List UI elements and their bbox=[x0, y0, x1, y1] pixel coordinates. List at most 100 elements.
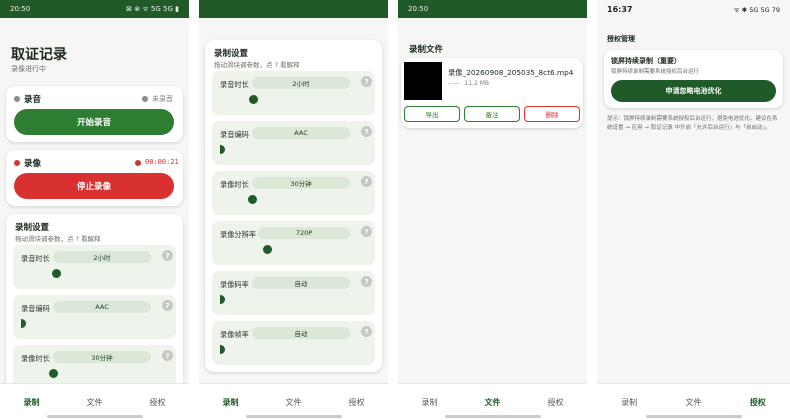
tab-files[interactable]: 文件 bbox=[286, 397, 302, 408]
setting-row-video-framerate: 录像帧率 自动 ? bbox=[212, 321, 375, 365]
tab-auth[interactable]: 授权 bbox=[548, 397, 564, 408]
setting-value: 30分钟 bbox=[53, 351, 151, 363]
help-icon[interactable]: ? bbox=[361, 276, 372, 287]
setting-value: AAC bbox=[53, 301, 151, 313]
tab-record[interactable]: 录制 bbox=[223, 397, 239, 408]
auth-card-title: 锁屏持续录制（重要） bbox=[611, 57, 681, 65]
slider-handle[interactable] bbox=[248, 195, 257, 204]
audio-dot-icon bbox=[14, 96, 20, 102]
help-icon[interactable]: ? bbox=[162, 350, 173, 361]
slider-handle[interactable] bbox=[21, 319, 26, 328]
help-icon[interactable]: ? bbox=[361, 326, 372, 337]
status-time: 20:50 bbox=[408, 5, 429, 13]
setting-label: 录像时长 bbox=[21, 354, 50, 363]
tab-files[interactable]: 文件 bbox=[87, 397, 103, 408]
status-time: 20:50 bbox=[10, 5, 31, 13]
home-indicator bbox=[245, 415, 342, 418]
tab-record[interactable]: 录制 bbox=[24, 397, 40, 408]
slider-handle[interactable] bbox=[249, 95, 258, 104]
tab-record[interactable]: 录制 bbox=[422, 397, 438, 408]
setting-row-video-resolution: 录像分辨率 720P ? bbox=[212, 221, 375, 265]
slider-handle[interactable] bbox=[52, 269, 61, 278]
file-name: 录像_20260908_205035_8ct6.mp4 bbox=[448, 68, 574, 77]
settings-title: 录制设置 bbox=[214, 49, 249, 59]
setting-label: 录像码率 bbox=[220, 280, 249, 289]
video-dot-icon bbox=[14, 160, 20, 166]
video-label: 录像 bbox=[24, 159, 42, 169]
slider-handle[interactable] bbox=[220, 345, 225, 354]
slider-handle[interactable] bbox=[49, 369, 58, 378]
tab-auth[interactable]: 授权 bbox=[349, 397, 365, 408]
export-button[interactable]: 导出 bbox=[404, 106, 460, 122]
phone-screen-record: 20:50 ⊠ ⊗ ᯤ 5G 5G ▮ 取证记录 录像进行中 录音 未录音 开始… bbox=[0, 0, 189, 420]
help-icon[interactable]: ? bbox=[162, 300, 173, 311]
request-battery-opt-button[interactable]: 申请忽略电池优化 bbox=[611, 80, 776, 102]
file-card[interactable]: 录像_20260908_205035_8ct6.mp4 --:-- 11.2 M… bbox=[401, 58, 583, 128]
file-size: 11.2 MB bbox=[464, 80, 489, 87]
stop-video-button[interactable]: 停止录像 bbox=[14, 173, 174, 199]
help-icon[interactable]: ? bbox=[162, 250, 173, 261]
status-time: 16:37 bbox=[607, 4, 633, 14]
phone-screen-settings: 录制设置 拖动滑块调参数，点 ? 看解释 录音时长 2小时 ? 录音编码 AAC… bbox=[199, 0, 388, 420]
help-icon[interactable]: ? bbox=[361, 176, 372, 187]
setting-value: 自动 bbox=[252, 277, 350, 289]
setting-label: 录音时长 bbox=[220, 80, 249, 89]
settings-hint: 拖动滑块调参数，点 ? 看解释 bbox=[214, 61, 300, 69]
tab-record[interactable]: 录制 bbox=[621, 397, 637, 408]
auth-card: 锁屏持续录制（重要） 锁屏持续录制需要系统授权后台运行 申请忽略电池优化 bbox=[604, 50, 783, 108]
video-card: 录像 00:00:21 停止录像 bbox=[6, 150, 183, 206]
audio-state: 未录音 bbox=[152, 95, 173, 103]
slider-handle[interactable] bbox=[220, 295, 225, 304]
status-icons: ᯤ ✱ 5G 5G 79 bbox=[733, 5, 780, 14]
setting-label: 录像帧率 bbox=[220, 330, 249, 339]
home-indicator bbox=[46, 415, 143, 418]
settings-card: 录制设置 拖动滑块调参数，点 ? 看解释 录音时长 2小时 ? 录音编码 AAC… bbox=[205, 40, 382, 372]
tab-files[interactable]: 文件 bbox=[685, 397, 701, 408]
setting-row-audio-duration: 录音时长 2小时 ? bbox=[212, 71, 375, 115]
settings-title: 录制设置 bbox=[15, 223, 50, 233]
setting-row-video-bitrate: 录像码率 自动 ? bbox=[212, 271, 375, 315]
setting-value: 30分钟 bbox=[252, 177, 350, 189]
files-section-title: 录制文件 bbox=[409, 45, 444, 55]
video-thumbnail[interactable] bbox=[404, 62, 442, 100]
status-bar: 20:50 ⊠ ⊗ ᯤ 5G 5G ▮ bbox=[0, 0, 189, 18]
video-timer: 00:00:21 bbox=[145, 158, 179, 166]
tab-files[interactable]: 文件 bbox=[485, 397, 501, 408]
help-icon[interactable]: ? bbox=[361, 226, 372, 237]
tab-auth[interactable]: 授权 bbox=[750, 397, 766, 408]
slider-handle[interactable] bbox=[263, 245, 272, 254]
auth-section-title: 授权管理 bbox=[607, 35, 635, 43]
audio-label: 录音 bbox=[24, 95, 42, 105]
delete-button[interactable]: 删除 bbox=[524, 106, 580, 122]
status-bar: 16:37 ᯤ ✱ 5G 5G 79 bbox=[597, 0, 790, 18]
file-duration: --:-- bbox=[448, 80, 459, 87]
page-title: 取证记录 bbox=[11, 47, 67, 63]
audio-state-dot-icon bbox=[142, 96, 148, 102]
file-meta: --:-- 11.2 MB bbox=[448, 80, 489, 87]
settings-card: 录制设置 拖动滑块调参数，点 ? 看解释 录音时长 2小时 ? 录音编码 AAC… bbox=[6, 214, 183, 394]
help-icon[interactable]: ? bbox=[361, 126, 372, 137]
setting-value: 2小时 bbox=[252, 77, 350, 89]
tab-auth[interactable]: 授权 bbox=[150, 397, 166, 408]
auth-note: 提示：锁屏持续录制需要系统授权后台运行，避免电池优化。建议在系统设置 → 应用 … bbox=[607, 116, 778, 131]
settings-hint: 拖动滑块调参数，点 ? 看解释 bbox=[15, 235, 101, 243]
setting-label: 录像时长 bbox=[220, 180, 249, 189]
audio-card: 录音 未录音 开始录音 bbox=[6, 86, 183, 142]
slider-handle[interactable] bbox=[220, 145, 225, 154]
status-icons: ⊠ ⊗ ᯤ 5G 5G ▮ bbox=[126, 4, 179, 13]
note-button[interactable]: 备注 bbox=[464, 106, 520, 122]
start-audio-button[interactable]: 开始录音 bbox=[14, 109, 174, 135]
phone-screen-auth: 16:37 ᯤ ✱ 5G 5G 79 授权管理 锁屏持续录制（重要） 锁屏持续录… bbox=[597, 0, 790, 420]
page-subtitle: 录像进行中 bbox=[11, 65, 46, 73]
auth-card-desc: 锁屏持续录制需要系统授权后台运行 bbox=[611, 69, 700, 75]
status-bar: 20:50 bbox=[398, 0, 587, 18]
setting-label: 录像分辨率 bbox=[220, 230, 256, 239]
setting-label: 录音编码 bbox=[21, 304, 50, 313]
help-icon[interactable]: ? bbox=[361, 76, 372, 87]
setting-row-audio-codec: 录音编码 AAC ? bbox=[13, 295, 176, 339]
status-bar bbox=[199, 0, 388, 18]
setting-row-audio-codec: 录音编码 AAC ? bbox=[212, 121, 375, 165]
setting-label: 录音时长 bbox=[21, 254, 50, 263]
setting-value: 720P bbox=[258, 227, 350, 239]
setting-row-audio-duration: 录音时长 2小时 ? bbox=[13, 245, 176, 289]
